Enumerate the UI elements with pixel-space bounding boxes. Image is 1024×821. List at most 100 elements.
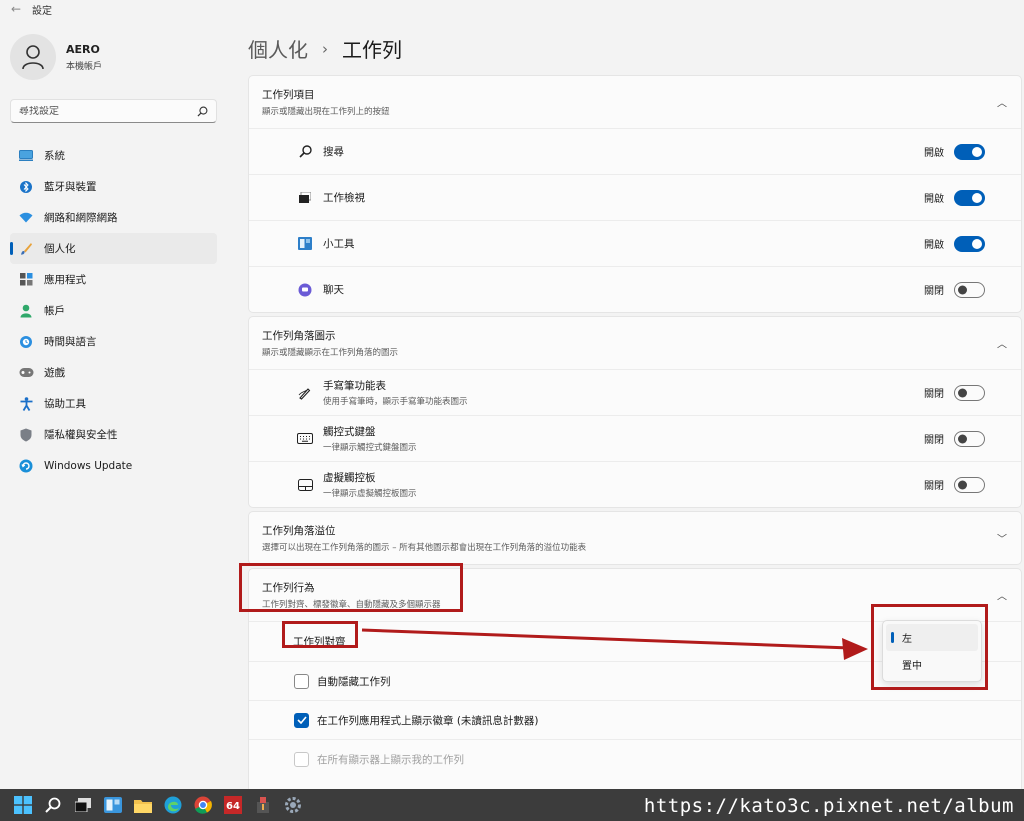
corner-overflow-section: 工作列角落溢位 選擇可以出現在工作列角落的圖示 – 所有其他圖示都會出現在工作列… — [248, 511, 1022, 565]
toggle-state-text: 開啟 — [924, 148, 944, 159]
setting-description: 使用手寫筆時，顯示手寫筆功能表圖示 — [323, 397, 468, 407]
pen-icon — [297, 386, 313, 400]
corner-icons-header[interactable]: 工作列角落圖示 顯示或隱藏顯示在工作列角落的圖示 ︿ — [249, 317, 1021, 369]
breadcrumb-parent[interactable]: 個人化 — [248, 34, 308, 63]
search-box[interactable] — [10, 99, 217, 123]
sidebar-item-label: 協助工具 — [44, 398, 86, 410]
task-view-icon[interactable] — [72, 794, 94, 816]
setting-row-task-view: 工作檢視 開啟 — [249, 174, 1021, 220]
sidebar-item-system[interactable]: 系統 — [10, 140, 217, 171]
autohide-checkbox[interactable] — [294, 673, 309, 689]
person-icon — [18, 303, 34, 319]
back-arrow-icon[interactable]: ← — [0, 2, 32, 16]
profile-account-type: 本機帳戶 — [66, 61, 103, 72]
chrome-icon[interactable] — [192, 794, 214, 816]
sidebar-item-label: 網路和網際網路 — [44, 212, 118, 224]
toggle-state-text: 關閉 — [924, 435, 944, 446]
chevron-up-icon[interactable]: ︿ — [997, 588, 1007, 603]
watermark-text: https://kato3c.pixnet.net/album — [643, 795, 1014, 817]
sidebar-item-privacy[interactable]: 隱私權與安全性 — [10, 419, 217, 450]
search-input[interactable] — [19, 105, 197, 117]
setting-row-touch-keyboard: 觸控式鍵盤 一律顯示觸控式鍵盤圖示 關閉 — [249, 415, 1021, 461]
sidebar-item-gaming[interactable]: 遊戲 — [10, 357, 217, 388]
task-view-icon — [297, 192, 313, 203]
avatar — [10, 34, 56, 80]
file-explorer-icon[interactable] — [132, 794, 154, 816]
sidebar-item-apps[interactable]: 應用程式 — [10, 264, 217, 295]
setting-label: 虛擬觸控板 — [323, 472, 376, 484]
taskbar-search-icon[interactable] — [42, 794, 64, 816]
chevron-up-icon[interactable]: ︿ — [997, 95, 1007, 110]
chevron-down-icon[interactable]: ﹀ — [997, 531, 1007, 546]
section-title: 工作列項目 — [262, 89, 315, 101]
sidebar-item-network[interactable]: 網路和網際網路 — [10, 202, 217, 233]
toggle-state-text: 開啟 — [924, 194, 944, 205]
wifi-icon — [18, 210, 34, 226]
checkbox-row-badges[interactable]: 在工作列應用程式上顯示徽章 (未讀訊息計數器) — [249, 700, 1021, 739]
setting-label: 觸控式鍵盤 — [323, 426, 376, 438]
sidebar-item-personalization[interactable]: 個人化 — [10, 233, 217, 264]
chat-toggle[interactable] — [954, 281, 985, 298]
setting-row-widgets: 小工具 開啟 — [249, 220, 1021, 266]
breadcrumb: 個人化 › 工作列 — [248, 34, 402, 63]
badges-checkbox[interactable] — [294, 712, 309, 728]
keyboard-icon — [297, 433, 313, 444]
widgets-icon — [297, 237, 313, 250]
chevron-up-icon[interactable]: ︿ — [997, 336, 1007, 351]
sidebar-item-label: 藍牙與裝置 — [44, 181, 97, 193]
profile-name: AERO — [66, 42, 100, 56]
sidebar-item-windows-update[interactable]: Windows Update — [10, 450, 217, 481]
app-64-icon[interactable]: 64 — [222, 794, 244, 816]
shield-icon — [18, 427, 34, 443]
sidebar-item-label: 應用程式 — [44, 274, 86, 286]
globe-clock-icon — [18, 334, 34, 350]
pen-menu-toggle[interactable] — [954, 384, 985, 401]
bluetooth-icon — [18, 179, 34, 195]
checkbox-label: 在所有顯示器上顯示我的工作列 — [317, 753, 464, 766]
setting-description: 一律顯示虛擬觸控板圖示 — [323, 489, 417, 499]
sidebar-item-bluetooth[interactable]: 藍牙與裝置 — [10, 171, 217, 202]
widgets-toggle[interactable] — [954, 235, 985, 252]
section-title: 工作列角落溢位 — [262, 525, 336, 537]
all-displays-checkbox — [294, 751, 309, 767]
toggle-state-text: 關閉 — [924, 389, 944, 400]
chat-icon — [297, 283, 313, 297]
search-toggle[interactable] — [954, 143, 985, 160]
sidebar-item-label: 遊戲 — [44, 367, 65, 379]
update-icon — [18, 458, 34, 474]
annotation-box-alignment-label — [282, 621, 358, 648]
widgets-icon[interactable] — [102, 794, 124, 816]
window-title: 設定 — [32, 5, 52, 17]
sidebar-item-accounts[interactable]: 帳戶 — [10, 295, 217, 326]
corner-icons-section: 工作列角落圖示 顯示或隱藏顯示在工作列角落的圖示 ︿ 手寫筆功能表 使用手寫筆時… — [248, 316, 1022, 508]
edge-icon[interactable] — [162, 794, 184, 816]
taskbar-items-section: 工作列項目 顯示或隱藏出現在工作列上的按鈕 ︿ 搜尋 開啟 工作檢視 開啟 小工… — [248, 75, 1022, 313]
title-bar: ← 設定 — [0, 0, 1024, 18]
sidebar-item-label: 時間與語言 — [44, 336, 97, 348]
corner-overflow-header[interactable]: 工作列角落溢位 選擇可以出現在工作列角落的圖示 – 所有其他圖示都會出現在工作列… — [249, 512, 1021, 564]
start-icon[interactable] — [12, 794, 34, 816]
setting-label: 工作檢視 — [323, 192, 365, 204]
section-subtitle: 顯示或隱藏顯示在工作列角落的圖示 — [262, 348, 399, 358]
search-icon — [297, 145, 313, 158]
setting-label: 聊天 — [323, 284, 344, 296]
accessibility-icon — [18, 396, 34, 412]
toggle-state-text: 關閉 — [924, 481, 944, 492]
settings-gear-icon[interactable] — [282, 794, 304, 816]
sidebar-item-time-language[interactable]: 時間與語言 — [10, 326, 217, 357]
checkmark-icon — [296, 716, 307, 724]
search-icon[interactable] — [197, 106, 208, 117]
virtual-touchpad-toggle[interactable] — [954, 476, 985, 493]
task-view-toggle[interactable] — [954, 189, 985, 206]
svg-text:64: 64 — [226, 801, 240, 812]
sidebar-item-accessibility[interactable]: 協助工具 — [10, 388, 217, 419]
taskbar-items-header[interactable]: 工作列項目 顯示或隱藏出現在工作列上的按鈕 ︿ — [249, 76, 1021, 128]
user-profile[interactable]: AERO 本機帳戶 — [10, 34, 102, 80]
touchpad-icon — [297, 478, 313, 491]
checkbox-row-all-displays: 在所有顯示器上顯示我的工作列 — [249, 739, 1021, 778]
setting-label: 搜尋 — [323, 146, 344, 158]
app-tools-icon[interactable] — [252, 794, 274, 816]
touch-keyboard-toggle[interactable] — [954, 430, 985, 447]
section-subtitle: 選擇可以出現在工作列角落的圖示 – 所有其他圖示都會出現在工作列角落的溢位功能表 — [262, 543, 587, 553]
setting-row-pen-menu: 手寫筆功能表 使用手寫筆時，顯示手寫筆功能表圖示 關閉 — [249, 369, 1021, 415]
